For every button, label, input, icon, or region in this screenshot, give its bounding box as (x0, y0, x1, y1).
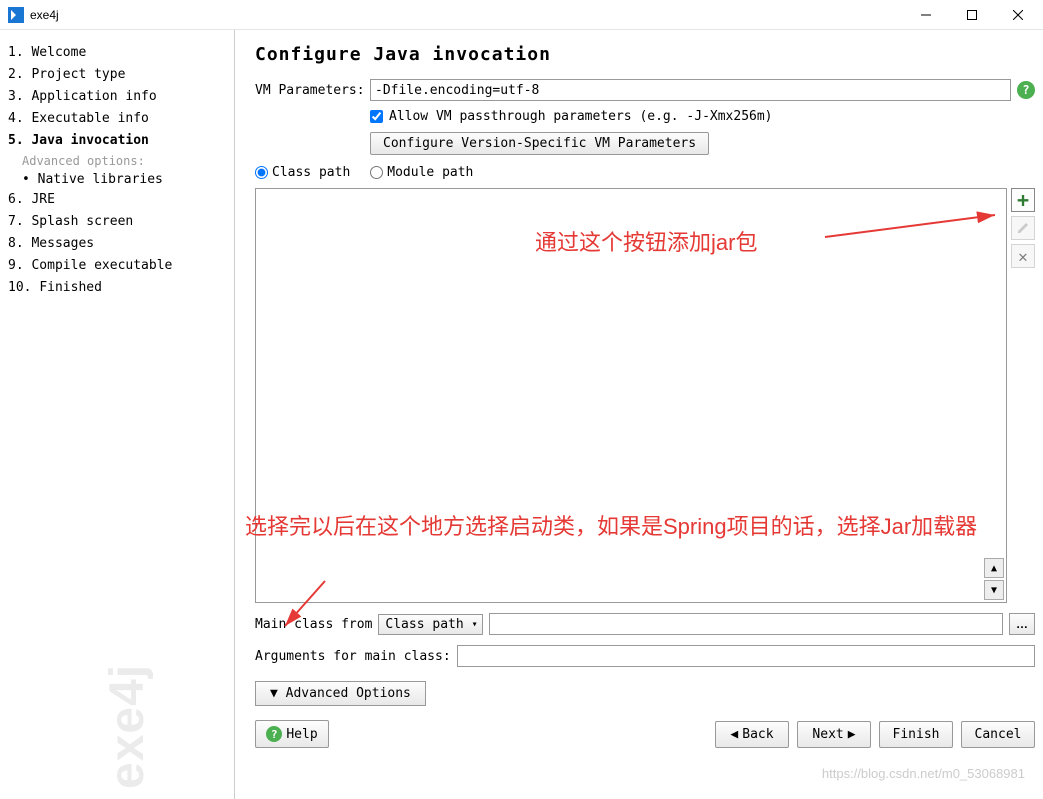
back-button[interactable]: ◀ Back (715, 721, 789, 748)
browse-main-class-button[interactable]: … (1009, 613, 1035, 635)
window-controls (903, 0, 1041, 30)
edit-button (1011, 216, 1035, 240)
nav-advanced-label: Advanced options: (8, 152, 226, 170)
nav-finished[interactable]: 10. Finished (8, 277, 226, 299)
remove-button: ✕ (1011, 244, 1035, 268)
vm-params-label: VM Parameters: (255, 83, 370, 98)
close-button[interactable] (995, 0, 1041, 30)
finish-button[interactable]: Finish (879, 721, 953, 748)
nav-native-libraries[interactable]: • Native libraries (8, 170, 226, 189)
radio-modulepath[interactable]: Module path (370, 165, 473, 180)
sidebar-watermark: exe4j (100, 664, 155, 789)
wizard-sidebar: 1. Welcome 2. Project type 3. Applicatio… (0, 30, 234, 799)
main-class-label: Main class from (255, 617, 372, 632)
nav-project-type[interactable]: 2. Project type (8, 64, 226, 86)
nav-executable-info[interactable]: 4. Executable info (8, 108, 226, 130)
allow-passthrough-checkbox[interactable] (370, 110, 383, 123)
cancel-button[interactable]: Cancel (961, 721, 1035, 748)
help-button[interactable]: ? Help (255, 720, 329, 748)
url-watermark: https://blog.csdn.net/m0_53068981 (822, 766, 1025, 781)
vm-params-input[interactable] (370, 79, 1011, 101)
scroll-up-icon[interactable]: ▲ (984, 558, 1004, 578)
nav-compile[interactable]: 9. Compile executable (8, 255, 226, 277)
args-input[interactable] (457, 645, 1035, 667)
nav-welcome[interactable]: 1. Welcome (8, 42, 226, 64)
allow-passthrough-label: Allow VM passthrough parameters (e.g. -J… (389, 109, 773, 124)
content-pane: Configure Java invocation VM Parameters:… (234, 30, 1043, 799)
args-label: Arguments for main class: (255, 649, 451, 664)
maximize-button[interactable] (949, 0, 995, 30)
classpath-list[interactable]: ▲ ▼ (255, 188, 1007, 603)
radio-classpath[interactable]: Class path (255, 165, 350, 180)
advanced-options-button[interactable]: ▼ Advanced Options (255, 681, 426, 706)
nav-app-info[interactable]: 3. Application info (8, 86, 226, 108)
help-icon[interactable]: ? (1017, 81, 1035, 99)
help-icon: ? (266, 726, 282, 742)
main-class-input[interactable] (489, 613, 1003, 635)
next-button[interactable]: Next ▶ (797, 721, 871, 748)
nav-messages[interactable]: 8. Messages (8, 233, 226, 255)
app-icon (8, 7, 24, 23)
nav-java-invocation[interactable]: 5. Java invocation (8, 130, 226, 152)
main-class-select[interactable]: Class path ▾ (378, 614, 482, 635)
nav-splash[interactable]: 7. Splash screen (8, 211, 226, 233)
chevron-down-icon: ▾ (472, 619, 478, 630)
add-jar-button[interactable]: + (1011, 188, 1035, 212)
minimize-button[interactable] (903, 0, 949, 30)
scroll-down-icon[interactable]: ▼ (984, 580, 1004, 600)
config-version-button[interactable]: Configure Version-Specific VM Parameters (370, 132, 709, 155)
page-title: Configure Java invocation (255, 44, 1035, 65)
nav-jre[interactable]: 6. JRE (8, 189, 226, 211)
window-title: exe4j (30, 8, 903, 22)
window-titlebar: exe4j (0, 0, 1043, 30)
